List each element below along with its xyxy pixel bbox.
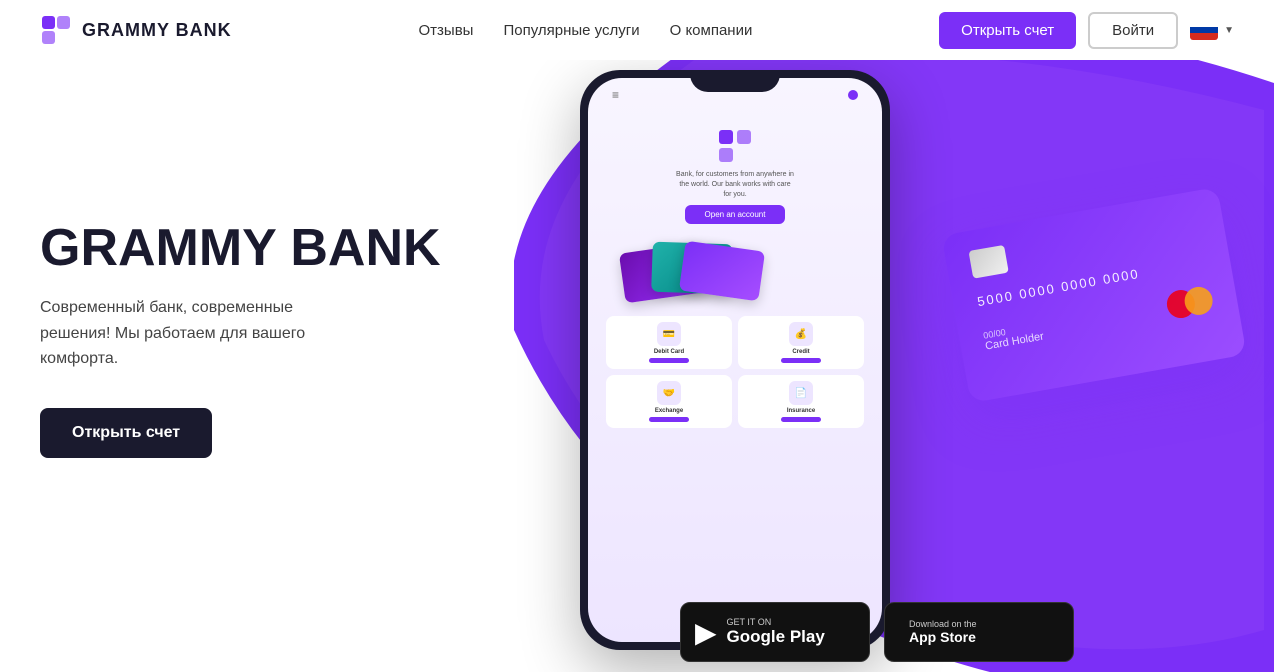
grid-action-credit — [781, 358, 821, 363]
grid-action-insurance — [781, 417, 821, 422]
phone-cards-area — [602, 238, 868, 308]
grid-item-debit: 💳 Debit Card — [606, 316, 732, 369]
phone-grid: 💳 Debit Card 💰 Credit 🤝 Exchange — [602, 316, 868, 428]
phone-open-btn[interactable]: Open an account — [685, 205, 786, 224]
phone-logo-area: Bank, for customers from anywhere in the… — [602, 128, 868, 230]
grid-label-exchange: Exchange — [655, 408, 683, 414]
grid-item-exchange: 🤝 Exchange — [606, 375, 732, 428]
main-nav: Отзывы Популярные услуги О компании — [419, 22, 753, 39]
credit-icon: 💰 — [789, 322, 813, 346]
hero-open-account-button[interactable]: Открыть счет — [40, 408, 212, 458]
app-store-text: Download on the App Store — [909, 619, 977, 646]
logo-text: GRAMMY BANK — [82, 20, 232, 41]
google-play-text: GET IT ON Google Play — [727, 617, 825, 647]
phone-screen: ≡ Bank, for customers from anywhere in t… — [588, 78, 882, 642]
app-store-name: App Store — [909, 629, 977, 646]
grid-label-credit: Credit — [792, 349, 809, 355]
grid-item-credit: 💰 Credit — [738, 316, 864, 369]
google-play-name: Google Play — [727, 627, 825, 647]
app-store-sub: Download on the — [909, 619, 977, 629]
phone-logo-icon — [717, 128, 753, 164]
open-account-button[interactable]: Открыть счет — [939, 12, 1076, 49]
google-play-icon: ▶ — [695, 616, 717, 649]
phone-indicator — [848, 90, 858, 100]
header-actions: Открыть счет Войти ▼ — [939, 12, 1234, 49]
insurance-icon: 📄 — [789, 381, 813, 405]
hero-title: GRAMMY BANK — [40, 220, 441, 277]
nav-about[interactable]: О компании — [670, 22, 753, 39]
exchange-icon: 🤝 — [657, 381, 681, 405]
login-button[interactable]: Войти — [1088, 12, 1178, 49]
mastercard-logo — [1165, 285, 1215, 321]
phone-menu-icon: ≡ — [612, 88, 619, 102]
hero-section: GRAMMY BANK Современный банк, современны… — [40, 220, 441, 458]
language-selector[interactable]: ▼ — [1190, 20, 1234, 40]
debit-card-icon: 💳 — [657, 322, 681, 346]
nav-services[interactable]: Популярные услуги — [503, 22, 639, 39]
phone-notch — [690, 70, 780, 92]
main-content: GRAMMY BANK Современный банк, современны… — [0, 60, 1274, 672]
grid-item-insurance: 📄 Insurance — [738, 375, 864, 428]
card-chip — [968, 245, 1008, 279]
phone-tagline: Bank, for customers from anywhere in the… — [675, 170, 795, 199]
phone-mockup: ≡ Bank, for customers from anywhere in t… — [580, 70, 890, 650]
google-play-button[interactable]: ▶ GET IT ON Google Play — [680, 602, 870, 662]
hero-subtitle: Современный банк, современные решения! М… — [40, 295, 320, 372]
card-info: 00/00 Card Holder — [983, 321, 1045, 353]
grid-action-debit — [649, 358, 689, 363]
grid-label-insurance: Insurance — [787, 408, 815, 414]
logo[interactable]: GRAMMY BANK — [40, 14, 232, 46]
app-store-button[interactable]: Download on the App Store — [884, 602, 1074, 662]
flag-russia-icon — [1190, 20, 1218, 40]
grid-label-debit: Debit Card — [654, 349, 684, 355]
chevron-down-icon: ▼ — [1224, 25, 1234, 36]
logo-icon — [40, 14, 72, 46]
google-play-sub: GET IT ON — [727, 617, 825, 627]
nav-reviews[interactable]: Отзывы — [419, 22, 474, 39]
grid-action-exchange — [649, 417, 689, 422]
app-buttons: ▶ GET IT ON Google Play Download on the … — [680, 602, 1074, 662]
